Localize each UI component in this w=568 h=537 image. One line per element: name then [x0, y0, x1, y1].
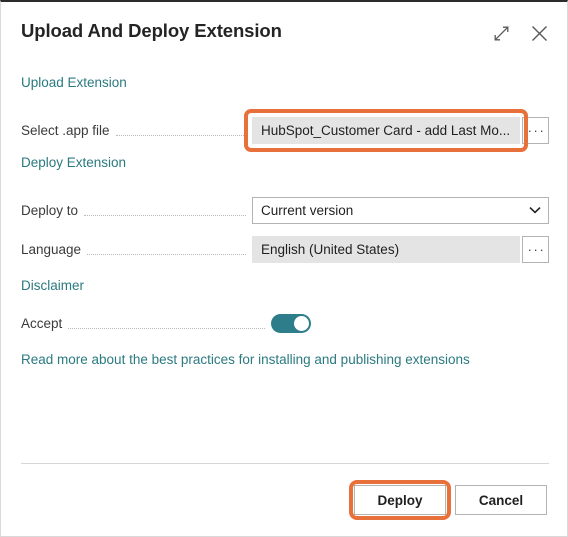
- upload-and-deploy-extension-dialog: Upload And Deploy Extension Upload Exten…: [0, 0, 568, 537]
- select-app-file-assist-button[interactable]: ···: [522, 116, 549, 144]
- deploy-to-select[interactable]: Current version: [252, 196, 549, 224]
- select-app-file-input[interactable]: HubSpot_Customer Card - add Last Mo...: [252, 116, 520, 144]
- deploy-button[interactable]: Deploy: [354, 485, 446, 515]
- leader-dots: [87, 241, 246, 255]
- accept-toggle[interactable]: [271, 313, 312, 333]
- deploy-button-wrap: Deploy: [349, 480, 451, 520]
- field-row-language: Language English (United States) ···: [21, 235, 549, 263]
- language-label: Language: [21, 241, 82, 257]
- language-assist-button[interactable]: ···: [522, 235, 549, 263]
- footer-divider: [21, 463, 549, 464]
- expand-icon[interactable]: [489, 21, 513, 45]
- field-row-accept: Accept: [21, 309, 549, 337]
- cancel-button[interactable]: Cancel: [455, 485, 547, 515]
- field-row-select-app-file: Select .app file HubSpot_Customer Card -…: [21, 108, 549, 152]
- dialog-header: Upload And Deploy Extension: [1, 2, 568, 62]
- accept-label: Accept: [21, 315, 63, 331]
- page-title: Upload And Deploy Extension: [21, 20, 282, 41]
- toggle-knob: [294, 315, 310, 331]
- language-input[interactable]: English (United States): [252, 235, 520, 263]
- language-control: English (United States) ···: [252, 235, 549, 263]
- header-actions: [489, 21, 551, 45]
- deploy-to-label: Deploy to: [21, 202, 79, 218]
- leader-dots: [115, 122, 246, 136]
- section-header-upload-extension: Upload Extension: [21, 75, 127, 90]
- section-header-disclaimer: Disclaimer: [21, 278, 85, 293]
- section-header-deploy-extension: Deploy Extension: [21, 155, 127, 170]
- close-icon[interactable]: [527, 21, 551, 45]
- deploy-to-value: Current version: [261, 202, 354, 218]
- select-app-file-control: HubSpot_Customer Card - add Last Mo... ·…: [244, 108, 549, 152]
- accept-control: [271, 313, 312, 333]
- leader-dots: [68, 315, 266, 329]
- deploy-to-control: Current version: [252, 196, 549, 224]
- dialog-footer: Deploy Cancel: [349, 480, 547, 520]
- field-row-deploy-to: Deploy to Current version: [21, 196, 549, 224]
- chevron-down-icon: [529, 206, 541, 214]
- read-more-link[interactable]: Read more about the best practices for i…: [21, 352, 470, 367]
- leader-dots: [84, 202, 246, 216]
- select-app-file-label: Select .app file: [21, 122, 110, 138]
